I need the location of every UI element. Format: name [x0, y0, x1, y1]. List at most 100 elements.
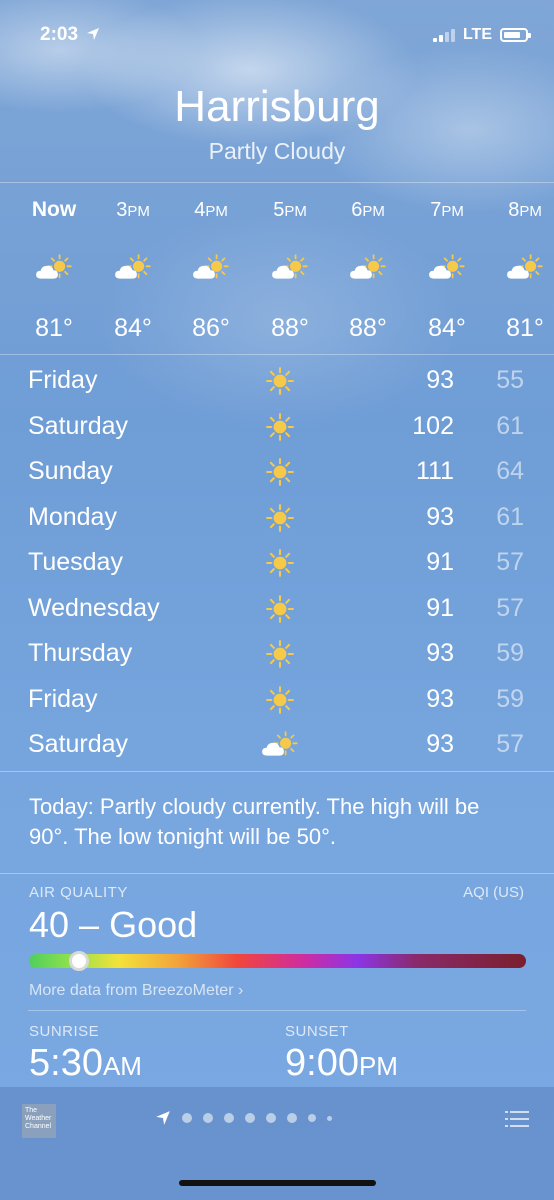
- sunset-time: 9:00PM: [285, 1042, 398, 1084]
- daily-row: Saturday 93 57: [28, 724, 526, 770]
- daily-forecast: Friday 93 55 Saturday 102 61 Sunday 111 64 Monday…: [28, 360, 526, 770]
- hourly-item: 7PM 84°: [407, 195, 487, 343]
- partly-cloudy-icon: [14, 243, 94, 293]
- high-temp: 102: [412, 411, 454, 440]
- day-name: Thursday: [28, 639, 133, 667]
- sun-icon: [261, 453, 299, 491]
- partly-cloudy-icon: [171, 243, 251, 293]
- day-name: Friday: [28, 366, 98, 394]
- hourly-item: 8PM 81°: [485, 195, 554, 343]
- daily-row: Sunday 111 64: [28, 451, 526, 497]
- sun-icon: [261, 408, 299, 446]
- sun-icon: [261, 499, 299, 537]
- partly-cloudy-icon: [407, 243, 487, 293]
- current-condition: Partly Cloudy: [208, 138, 346, 164]
- page-dot[interactable]: [245, 1113, 255, 1123]
- home-indicator[interactable]: [179, 1180, 376, 1186]
- hourly-time: 4PM: [194, 199, 228, 221]
- sunrise-time: 5:30AM: [29, 1042, 142, 1084]
- location-arrow-icon[interactable]: [155, 1110, 171, 1126]
- hourly-forecast[interactable]: Now 81° 3PM 84° 4PM 86° 5PM 88° 6PM 88° 7PM 8…: [0, 195, 554, 345]
- sunrise-label: SUNRISE: [29, 1023, 100, 1040]
- page-dot[interactable]: [287, 1113, 297, 1123]
- low-temp: 64: [496, 457, 524, 485]
- air-quality-value: 40 – Good: [29, 904, 198, 945]
- network-label: LTE: [462, 26, 492, 43]
- high-temp: 93: [426, 730, 454, 758]
- signal-icon: [432, 28, 455, 42]
- day-name: Sunday: [28, 457, 113, 485]
- hourly-temp: 81°: [506, 314, 544, 342]
- air-quality-label: AIR QUALITY: [29, 884, 128, 901]
- page-dot[interactable]: [224, 1113, 234, 1123]
- sun-icon: [261, 544, 299, 582]
- low-temp: 61: [496, 411, 524, 440]
- high-temp: 93: [426, 684, 454, 713]
- partly-cloudy-icon: [250, 243, 330, 293]
- hourly-temp: 88°: [271, 314, 309, 342]
- battery-icon: [500, 28, 531, 42]
- hourly-time: 6PM: [351, 199, 385, 221]
- hourly-temp: 88°: [349, 314, 387, 342]
- high-temp: 93: [426, 366, 454, 394]
- air-quality-indicator: [68, 951, 89, 971]
- page-indicator[interactable]: [155, 1110, 332, 1126]
- hourly-time: Now: [31, 198, 77, 221]
- divider: [28, 1010, 526, 1011]
- high-temp: 93: [426, 502, 454, 531]
- air-quality-unit: AQI (US): [463, 884, 524, 901]
- hourly-temp: 81°: [35, 314, 73, 342]
- high-temp: 91: [426, 593, 454, 622]
- sun-icon: [261, 590, 299, 628]
- weather-channel-logo[interactable]: The Weather Channel: [22, 1104, 56, 1138]
- partly-cloudy-icon: [261, 726, 299, 764]
- hourly-item: Now 81°: [14, 195, 94, 343]
- hourly-time: 8PM: [508, 199, 542, 221]
- high-temp: 91: [426, 548, 454, 576]
- day-name: Friday: [28, 684, 98, 713]
- divider: [0, 771, 554, 772]
- high-temp: 93: [426, 639, 454, 667]
- hourly-time: 7PM: [430, 199, 464, 221]
- daily-row: Friday 93 55: [28, 360, 526, 406]
- daily-row: Monday 93 61: [28, 497, 526, 543]
- low-temp: 59: [496, 639, 524, 667]
- daily-row: Saturday 102 61: [28, 406, 526, 452]
- sun-icon: [261, 362, 299, 400]
- sun-icon: [261, 681, 299, 719]
- day-name: Saturday: [28, 411, 129, 440]
- partly-cloudy-icon: [485, 243, 554, 293]
- today-summary: Today: Partly cloudy currently. The high…: [29, 794, 480, 849]
- breezometer-link[interactable]: More data from BreezoMeter ›: [29, 982, 243, 1000]
- sunset-label: SUNSET: [285, 1023, 349, 1040]
- divider: [0, 873, 554, 874]
- page-dot[interactable]: [266, 1113, 276, 1123]
- page-dot[interactable]: [327, 1115, 332, 1121]
- hourly-item: 4PM 86°: [171, 195, 251, 343]
- day-name: Monday: [28, 502, 117, 531]
- partly-cloudy-icon: [328, 243, 408, 293]
- divider: [0, 182, 554, 183]
- high-temp: 111: [415, 457, 454, 485]
- hourly-item: 6PM 88°: [328, 195, 408, 343]
- hourly-item: 5PM 88°: [250, 195, 330, 343]
- low-temp: 55: [496, 366, 524, 394]
- hourly-time: 3PM: [116, 199, 150, 221]
- list-icon[interactable]: [505, 1110, 529, 1128]
- hourly-item: 3PM 84°: [93, 195, 173, 343]
- divider: [0, 354, 554, 355]
- daily-row: Thursday 93 59: [28, 633, 526, 679]
- hourly-time: 5PM: [273, 199, 307, 221]
- page-dot[interactable]: [182, 1113, 192, 1123]
- low-temp: 57: [496, 593, 524, 622]
- low-temp: 61: [496, 502, 524, 531]
- daily-row: Tuesday 91 57: [28, 542, 526, 588]
- hourly-temp: 84°: [114, 314, 152, 342]
- city-name: Harrisburg: [174, 82, 380, 131]
- day-name: Tuesday: [28, 548, 123, 576]
- low-temp: 57: [496, 730, 524, 758]
- daily-row: Friday 93 59: [28, 679, 526, 725]
- low-temp: 59: [496, 684, 524, 713]
- page-dot[interactable]: [308, 1114, 316, 1122]
- page-dot[interactable]: [203, 1113, 213, 1123]
